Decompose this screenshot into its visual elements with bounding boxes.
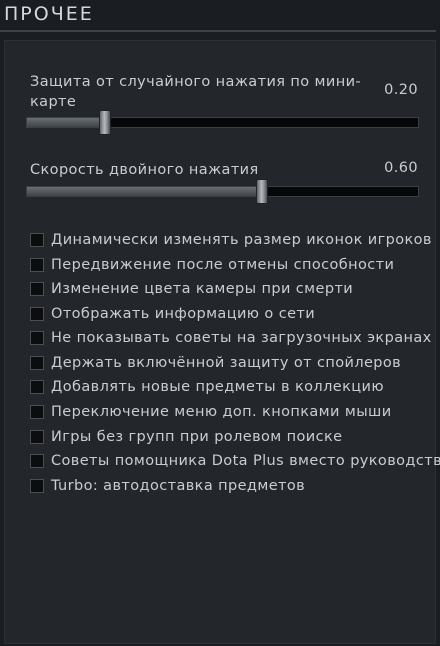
option-label: Игры без групп при ролевом поиске [51, 429, 343, 445]
checkbox[interactable] [30, 282, 44, 296]
minimap-protection-slider[interactable] [26, 110, 419, 135]
option-label: Советы помощника Dota Plus вместо руково… [51, 453, 440, 469]
header-divider [0, 30, 436, 32]
section-title: ПРОЧЕЕ [4, 3, 94, 25]
section-header: ПРОЧЕЕ [0, 0, 440, 34]
double-tap-speed-slider[interactable] [26, 179, 419, 204]
double-tap-speed-slider-thumb[interactable] [255, 179, 268, 204]
minimap-protection-label-line2: карте [30, 94, 77, 110]
option-label: Держать включённой защиту от спойлеров [51, 355, 402, 371]
option-label: Не показывать советы на загрузочных экра… [51, 330, 432, 346]
option-mouse-button-menu[interactable]: Переключение меню доп. кнопками мыши [30, 401, 440, 423]
checkbox[interactable] [30, 479, 44, 493]
option-show-network-info[interactable]: Отображать информацию о сети [30, 303, 440, 325]
checkbox[interactable] [30, 454, 44, 468]
option-label: Turbo: автодоставка предметов [51, 478, 306, 494]
checkbox[interactable] [30, 307, 44, 321]
option-no-party-role-queue[interactable]: Игры без групп при ролевом поиске [30, 426, 440, 448]
checkbox[interactable] [30, 331, 44, 345]
checkbox[interactable] [30, 380, 44, 394]
option-label: Добавлять новые предметы в коллекцию [51, 379, 384, 395]
option-spoiler-protection[interactable]: Держать включённой защиту от спойлеров [30, 352, 440, 374]
double-tap-speed-label: Скорость двойного нажатия [30, 162, 259, 178]
option-dynamic-icon-size[interactable]: Динамически изменять размер иконок игрок… [30, 229, 440, 251]
option-label: Передвижение после отмены способности [51, 257, 395, 273]
option-label: Отображать информацию о сети [51, 306, 316, 322]
checkbox[interactable] [30, 233, 44, 247]
double-tap-speed-value: 0.60 [384, 160, 418, 176]
minimap-protection-value: 0.20 [384, 82, 418, 98]
minimap-protection-label: Защита от случайного нажатия по мини- ка… [30, 72, 361, 112]
option-label: Динамически изменять размер иконок игрок… [51, 232, 432, 248]
option-label: Изменение цвета камеры при смерти [51, 281, 354, 297]
checkbox[interactable] [30, 430, 44, 444]
minimap-protection-slider-thumb[interactable] [99, 110, 112, 135]
checkbox[interactable] [30, 356, 44, 370]
option-turbo-auto-delivery[interactable]: Turbo: автодоставка предметов [30, 475, 440, 497]
option-camera-color-on-death[interactable]: Изменение цвета камеры при смерти [30, 278, 440, 300]
option-dota-plus-tips[interactable]: Советы помощника Dota Plus вместо руково… [30, 450, 440, 472]
minimap-protection-slider-fill [27, 118, 106, 127]
checkbox[interactable] [30, 405, 44, 419]
minimap-protection-label-line1: Защита от случайного нажатия по мини- [30, 74, 362, 90]
option-label: Переключение меню доп. кнопками мыши [51, 404, 392, 420]
double-tap-speed-slider-fill [27, 187, 262, 196]
checkbox[interactable] [30, 258, 44, 272]
option-add-items-to-collection[interactable]: Добавлять новые предметы в коллекцию [30, 376, 440, 398]
option-move-after-cancel[interactable]: Передвижение после отмены способности [30, 254, 440, 276]
option-hide-loading-tips[interactable]: Не показывать советы на загрузочных экра… [30, 327, 440, 349]
